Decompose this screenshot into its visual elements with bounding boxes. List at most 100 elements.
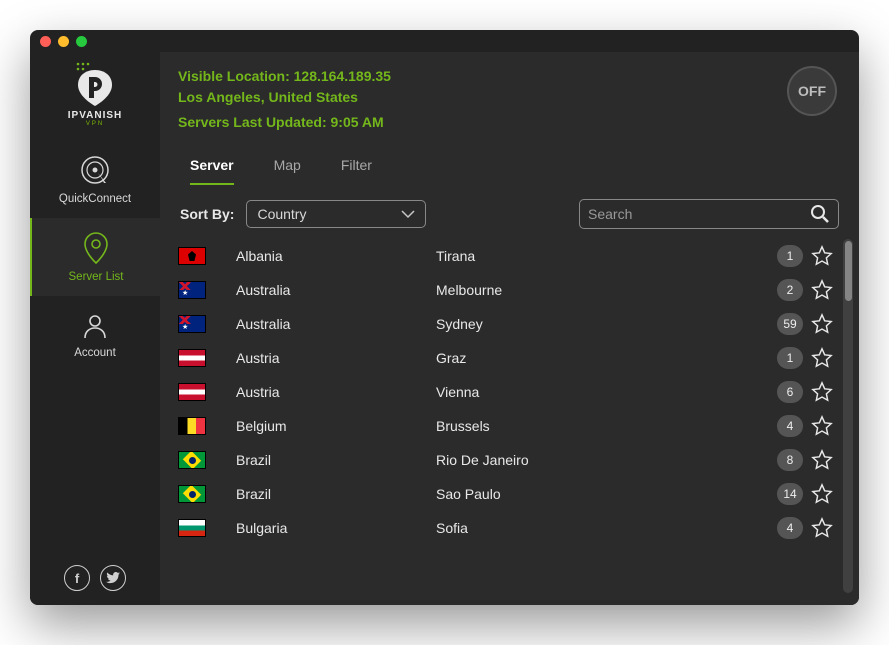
- star-icon: [811, 279, 833, 301]
- server-count-badge: 2: [777, 279, 803, 301]
- country-name: Australia: [236, 316, 436, 332]
- server-row[interactable]: BrazilSao Paulo14: [178, 477, 839, 511]
- server-count-badge: 4: [777, 415, 803, 437]
- sort-by-value: Country: [257, 206, 306, 222]
- favorite-star-button[interactable]: [811, 279, 833, 301]
- favorite-star-button[interactable]: [811, 347, 833, 369]
- flag-icon: [178, 315, 206, 333]
- flag-icon: [178, 281, 206, 299]
- city-name: Melbourne: [436, 282, 777, 298]
- city-name: Sydney: [436, 316, 777, 332]
- server-count-badge: 59: [777, 313, 803, 335]
- city-name: Vienna: [436, 384, 777, 400]
- favorite-star-button[interactable]: [811, 517, 833, 539]
- server-count-badge: 4: [777, 517, 803, 539]
- search-box[interactable]: [579, 199, 839, 229]
- sidebar-item-account[interactable]: Account: [30, 296, 160, 374]
- sidebar-item-label: Account: [74, 347, 116, 359]
- search-icon: [810, 204, 830, 224]
- star-icon: [811, 245, 833, 267]
- star-icon: [811, 415, 833, 437]
- city-name: Brussels: [436, 418, 777, 434]
- connection-toggle-label: OFF: [798, 83, 826, 99]
- city-name: Tirana: [436, 248, 777, 264]
- tab-map[interactable]: Map: [274, 157, 301, 185]
- sidebar-item-label: Server List: [69, 271, 124, 283]
- flag-icon: [178, 451, 206, 469]
- sort-by-select[interactable]: Country: [246, 200, 426, 228]
- tab-server[interactable]: Server: [190, 157, 234, 185]
- star-icon: [811, 347, 833, 369]
- server-row[interactable]: AlbaniaTirana1: [178, 239, 839, 273]
- server-row[interactable]: BelgiumBrussels4: [178, 409, 839, 443]
- star-icon: [811, 483, 833, 505]
- server-row[interactable]: AustriaVienna6: [178, 375, 839, 409]
- sidebar-item-label: QuickConnect: [59, 193, 131, 205]
- star-icon: [811, 381, 833, 403]
- country-name: Brazil: [236, 452, 436, 468]
- twitter-icon: [106, 572, 120, 584]
- quickconnect-icon: [78, 153, 112, 187]
- flag-icon: [178, 519, 206, 537]
- logo-icon: [72, 62, 118, 108]
- server-row[interactable]: BrazilRio De Janeiro8: [178, 443, 839, 477]
- country-name: Austria: [236, 384, 436, 400]
- twitter-button[interactable]: [100, 565, 126, 591]
- country-name: Australia: [236, 282, 436, 298]
- server-count-badge: 6: [777, 381, 803, 403]
- minimize-window-button[interactable]: [58, 36, 69, 47]
- tab-filter[interactable]: Filter: [341, 157, 372, 185]
- favorite-star-button[interactable]: [811, 483, 833, 505]
- favorite-star-button[interactable]: [811, 381, 833, 403]
- connection-toggle-button[interactable]: OFF: [787, 66, 837, 116]
- tabs: Server Map Filter: [160, 139, 859, 185]
- country-name: Brazil: [236, 486, 436, 502]
- server-row[interactable]: AustraliaSydney59: [178, 307, 839, 341]
- flag-icon: [178, 485, 206, 503]
- titlebar: [30, 30, 859, 52]
- flag-icon: [178, 417, 206, 435]
- sidebar-item-quickconnect[interactable]: QuickConnect: [30, 140, 160, 218]
- visible-location: Visible Location: 128.164.189.35: [178, 66, 391, 87]
- star-icon: [811, 313, 833, 335]
- facebook-button[interactable]: f: [64, 565, 90, 591]
- app-window: IPVANISH VPN QuickConnect Server: [30, 30, 859, 605]
- brand-logo: IPVANISH VPN: [30, 52, 160, 140]
- country-name: Austria: [236, 350, 436, 366]
- favorite-star-button[interactable]: [811, 415, 833, 437]
- country-name: Albania: [236, 248, 436, 264]
- city-name: Sao Paulo: [436, 486, 777, 502]
- brand-name: IPVANISH: [68, 110, 123, 121]
- location-pin-icon: [81, 231, 111, 265]
- country-name: Belgium: [236, 418, 436, 434]
- search-input[interactable]: [588, 206, 810, 222]
- scrollbar-thumb[interactable]: [845, 241, 852, 301]
- star-icon: [811, 517, 833, 539]
- flag-icon: [178, 383, 206, 401]
- sidebar-item-serverlist[interactable]: Server List: [30, 218, 160, 296]
- city-name: Sofia: [436, 520, 777, 536]
- brand-sub: VPN: [68, 121, 123, 127]
- city-name: Graz: [436, 350, 777, 366]
- server-count-badge: 8: [777, 449, 803, 471]
- favorite-star-button[interactable]: [811, 313, 833, 335]
- server-row[interactable]: BulgariaSofia4: [178, 511, 839, 545]
- server-row[interactable]: AustraliaMelbourne2: [178, 273, 839, 307]
- zoom-window-button[interactable]: [76, 36, 87, 47]
- server-list: AlbaniaTirana1AustraliaMelbourne2Austral…: [178, 239, 839, 593]
- sidebar: IPVANISH VPN QuickConnect Server: [30, 52, 160, 605]
- servers-updated: Servers Last Updated: 9:05 AM: [178, 112, 391, 133]
- server-row[interactable]: AustriaGraz1: [178, 341, 839, 375]
- chevron-down-icon: [401, 209, 415, 219]
- scrollbar[interactable]: [843, 239, 853, 593]
- server-count-badge: 1: [777, 347, 803, 369]
- city-name: Rio De Janeiro: [436, 452, 777, 468]
- account-icon: [80, 311, 110, 341]
- close-window-button[interactable]: [40, 36, 51, 47]
- favorite-star-button[interactable]: [811, 245, 833, 267]
- server-count-badge: 14: [777, 483, 803, 505]
- main-panel: Visible Location: 128.164.189.35 Los Ang…: [160, 52, 859, 605]
- facebook-icon: f: [75, 571, 79, 586]
- star-icon: [811, 449, 833, 471]
- favorite-star-button[interactable]: [811, 449, 833, 471]
